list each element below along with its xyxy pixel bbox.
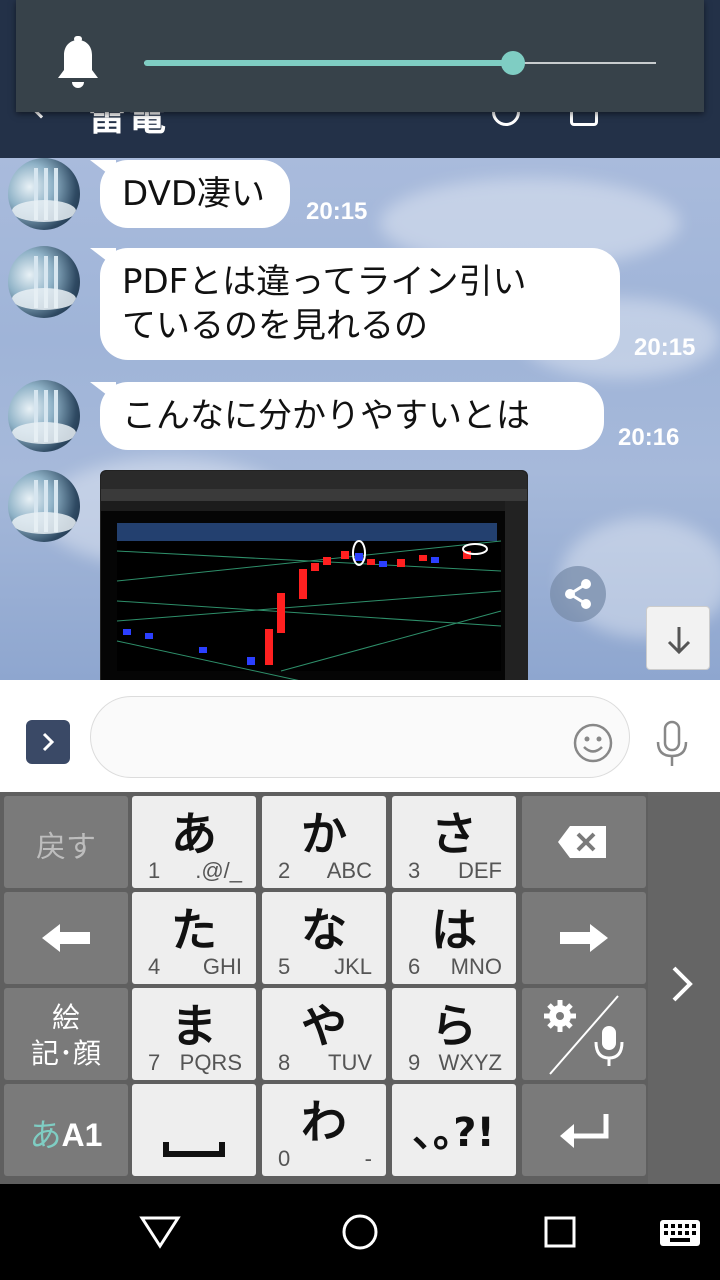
avatar[interactable] <box>8 380 80 452</box>
share-icon <box>565 579 591 609</box>
avatar[interactable] <box>8 158 80 230</box>
space-key[interactable] <box>132 1084 256 1176</box>
kana-key-ra[interactable]: ら 9 WXYZ <box>392 988 516 1080</box>
message-bubble[interactable]: こんなに分かりやすいとは <box>100 382 604 450</box>
message-text-line: ているのを見れるの <box>122 306 428 346</box>
settings-voice-key[interactable] <box>522 988 646 1080</box>
message-text-line: PDFとは違ってライン引い <box>122 262 527 302</box>
arrow-left-icon <box>42 924 90 952</box>
cursor-right-key[interactable] <box>522 892 646 984</box>
volume-slider[interactable] <box>144 51 656 75</box>
message-time: 20:15 <box>306 198 368 225</box>
system-nav-bar <box>0 1184 720 1280</box>
recents-nav-icon[interactable] <box>544 1216 576 1248</box>
avatar[interactable] <box>8 246 80 318</box>
space-icon <box>163 1142 225 1157</box>
message-bubble[interactable]: DVD凄い <box>100 160 290 228</box>
message-time: 20:15 <box>634 334 696 361</box>
kana-key-ma[interactable]: ま 7 PQRS <box>132 988 256 1080</box>
undo-key[interactable]: 戻す <box>4 796 128 888</box>
enter-icon <box>560 1114 609 1148</box>
backspace-key[interactable] <box>522 796 646 888</box>
mode-kana-label: あ <box>29 1116 62 1154</box>
keyboard: 戻す あ 1 .@/_ か 2 ABC さ 3 DEF た 4 GHI な 5 … <box>0 792 720 1184</box>
kana-key-sa[interactable]: さ 3 DEF <box>392 796 516 888</box>
bell-icon[interactable] <box>54 36 102 92</box>
gear-microphone-icon <box>544 995 624 1075</box>
chevron-right-icon <box>42 732 55 752</box>
kana-key-ya[interactable]: や 8 TUV <box>262 988 386 1080</box>
input-mode-key[interactable]: あA1 <box>4 1084 128 1176</box>
chat-area[interactable]: DVD凄い 20:15 PDFとは違ってライン引い ているのを見れるの 20:1… <box>0 158 720 680</box>
kana-key-wa[interactable]: わ 0 - <box>262 1084 386 1176</box>
kana-key-ta[interactable]: た 4 GHI <box>132 892 256 984</box>
arrow-down-icon <box>667 627 691 655</box>
expand-menu-button[interactable] <box>26 720 70 764</box>
volume-thumb[interactable] <box>500 51 525 75</box>
kana-key-ha[interactable]: は 6 MNO <box>392 892 516 984</box>
message-text: DVD凄い <box>122 174 266 214</box>
kana-key-ka[interactable]: か 2 ABC <box>262 796 386 888</box>
avatar[interactable] <box>8 470 80 542</box>
image-message[interactable] <box>100 470 528 680</box>
emoji-icon[interactable] <box>572 722 614 764</box>
chart-screenshot-image <box>101 471 527 680</box>
message-input-bar <box>0 680 720 792</box>
punctuation-key[interactable]: ､｡?! <box>392 1084 516 1176</box>
arrow-right-icon <box>560 924 608 952</box>
cursor-left-key[interactable] <box>4 892 128 984</box>
keyboard-switch-icon[interactable] <box>660 1220 700 1246</box>
microphone-icon[interactable] <box>652 718 692 770</box>
home-nav-icon[interactable] <box>342 1214 378 1250</box>
volume-panel <box>16 0 704 112</box>
backspace-icon <box>558 826 606 858</box>
share-button[interactable] <box>550 566 606 622</box>
kana-key-na[interactable]: な 5 JKL <box>262 892 386 984</box>
scroll-down-button[interactable] <box>646 606 710 670</box>
message-bubble[interactable]: PDFとは違ってライン引い ているのを見れるの <box>100 248 620 360</box>
emoji-symbol-key[interactable]: 絵 記･顔 <box>4 988 128 1080</box>
volume-fill <box>144 60 513 66</box>
keyboard-side-panel[interactable] <box>648 792 720 1184</box>
mode-alpha-label: A1 <box>61 1117 103 1153</box>
kana-key-a[interactable]: あ 1 .@/_ <box>132 796 256 888</box>
message-text: こんなに分かりやすいとは <box>122 396 530 436</box>
chevron-right-icon <box>672 966 693 1002</box>
back-nav-icon[interactable] <box>139 1216 181 1249</box>
message-time: 20:16 <box>618 424 680 451</box>
enter-key[interactable] <box>522 1084 646 1176</box>
message-input[interactable] <box>90 696 630 778</box>
